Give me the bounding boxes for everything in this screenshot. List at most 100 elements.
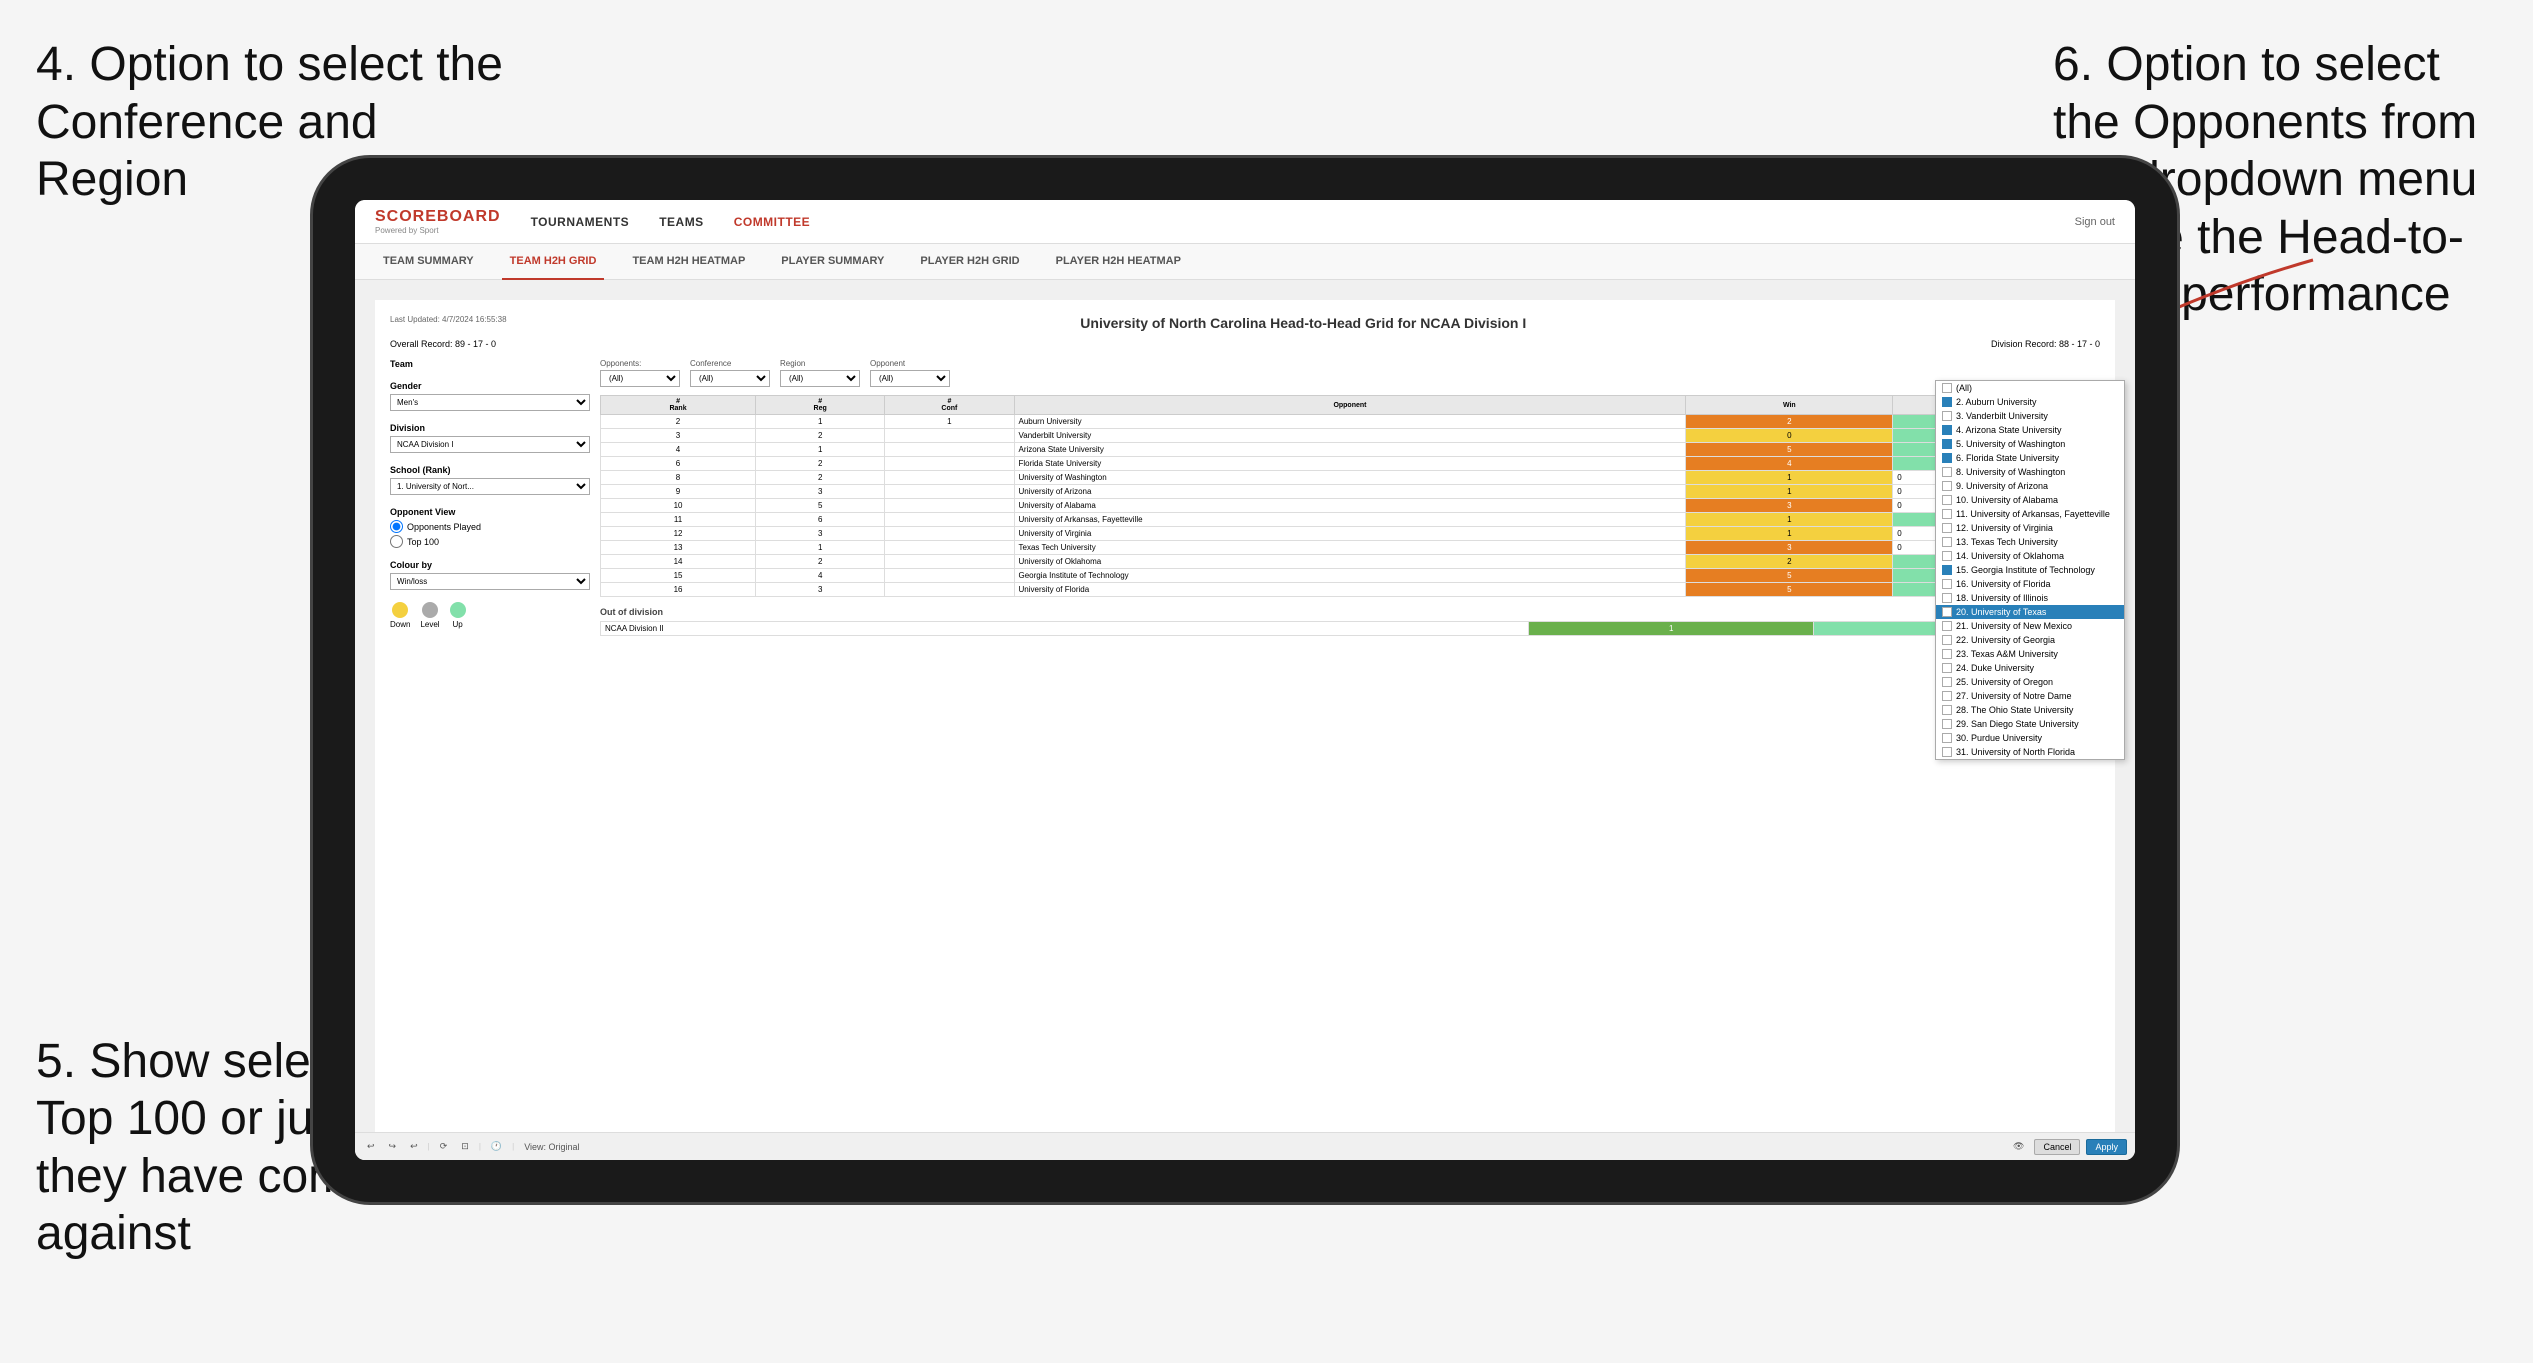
nav-tournaments[interactable]: TOURNAMENTS (531, 215, 630, 229)
subnav-player-summary[interactable]: PLAYER SUMMARY (773, 244, 892, 280)
dropdown-checkbox (1942, 677, 1952, 687)
dropdown-checkbox (1942, 383, 1952, 393)
nav-teams[interactable]: TEAMS (659, 215, 704, 229)
dropdown-item[interactable]: 30. Purdue University (1936, 731, 2115, 745)
division-section: Division NCAA Division I (390, 423, 590, 453)
gender-select[interactable]: Men's (390, 394, 590, 411)
cell-conf (885, 555, 1014, 569)
right-panel: Opponents: (All) Conference (All) (600, 359, 2100, 636)
out-of-div-name: NCAA Division II (601, 622, 1529, 636)
dropdown-item[interactable]: (All) (1936, 381, 2115, 395)
cell-rank: 11 (601, 513, 756, 527)
division-record: Division Record: 88 - 17 - 0 (1991, 339, 2100, 349)
subnav-player-h2h-grid[interactable]: PLAYER H2H GRID (912, 244, 1027, 280)
grid-table: #Rank #Reg #Conf Opponent Win Loss 2 (600, 395, 2100, 597)
filter-region: Region (All) (780, 359, 860, 387)
logo-text: SCOREBOARD (375, 208, 501, 225)
cell-win: 4 (1686, 457, 1893, 471)
dropdown-item[interactable]: 29. San Diego State University (1936, 717, 2115, 731)
dropdown-item[interactable]: 9. University of Arizona (1936, 479, 2115, 493)
dropdown-item[interactable]: 28. The Ohio State University (1936, 703, 2115, 717)
division-select[interactable]: NCAA Division I (390, 436, 590, 453)
opponent-dropdown[interactable]: (All) 2. Auburn University 3. Vanderbilt U… (1935, 380, 2115, 760)
legend-label-level: Level (420, 620, 439, 629)
subnav-player-h2h-heatmap[interactable]: PLAYER H2H HEATMAP (1048, 244, 1189, 280)
subnav-team-h2h-grid[interactable]: TEAM H2H GRID (502, 244, 605, 280)
dropdown-checkbox (1942, 649, 1952, 659)
dropdown-item[interactable]: 25. University of Oregon (1936, 675, 2115, 689)
cell-name: Arizona State University (1014, 443, 1686, 457)
dropdown-item[interactable]: 12. University of Virginia (1936, 521, 2115, 535)
dropdown-checkbox (1942, 495, 1952, 505)
radio-top100-input[interactable] (390, 535, 403, 548)
dropdown-item[interactable]: 24. Duke University (1936, 661, 2115, 675)
cell-name: University of Oklahoma (1014, 555, 1686, 569)
dropdown-item-label: 2. Auburn University (1956, 397, 2037, 407)
cell-win: 1 (1686, 471, 1893, 485)
subnav-team-h2h-heatmap[interactable]: TEAM H2H HEATMAP (624, 244, 753, 280)
radio-opponents-played[interactable]: Opponents Played (390, 520, 590, 533)
dropdown-item[interactable]: 15. Georgia Institute of Technology (1936, 563, 2115, 577)
cancel-button[interactable]: Cancel (2034, 1139, 2080, 1141)
nav-committee[interactable]: COMMITTEE (734, 215, 811, 229)
filter-opponents-select[interactable]: (All) (600, 370, 680, 387)
dropdown-checkbox (1942, 397, 1952, 407)
school-select[interactable]: 1. University of Nort... (390, 478, 590, 495)
filter-opponent-select[interactable]: (All) (870, 370, 950, 387)
dropdown-item-label: 25. University of Oregon (1956, 677, 2053, 687)
legend-level: Level (420, 602, 439, 629)
dropdown-item-label: 14. University of Oklahoma (1956, 551, 2064, 561)
dropdown-item[interactable]: 3. Vanderbilt University (1936, 409, 2115, 423)
cell-reg: 3 (756, 485, 885, 499)
filter-region-select[interactable]: (All) (780, 370, 860, 387)
dropdown-item[interactable]: 5. University of Washington (1936, 437, 2115, 451)
dropdown-item-label: 20. University of Texas (1956, 607, 2046, 617)
colour-select[interactable]: Win/loss (390, 573, 590, 590)
th-win: Win (1686, 396, 1893, 415)
dropdown-item[interactable]: 14. University of Oklahoma (1936, 549, 2115, 563)
gender-section: Gender Men's (390, 381, 590, 411)
nav-signout[interactable]: Sign out (2075, 216, 2115, 228)
cell-conf (885, 527, 1014, 541)
dropdown-item[interactable]: 13. Texas Tech University (1936, 535, 2115, 549)
cell-rank: 2 (601, 415, 756, 429)
dropdown-item[interactable]: 2. Auburn University (1936, 395, 2115, 409)
subnav-team-summary[interactable]: TEAM SUMMARY (375, 244, 482, 280)
dropdown-item[interactable]: 20. University of Texas (1936, 605, 2115, 619)
radio-opponents-input[interactable] (390, 520, 403, 533)
dropdown-item[interactable]: 6. Florida State University (1936, 451, 2115, 465)
dropdown-item[interactable]: 22. University of Georgia (1936, 633, 2115, 647)
dropdown-item[interactable]: 10. University of Alabama (1936, 493, 2115, 507)
cell-win: 2 (1686, 415, 1893, 429)
dropdown-item[interactable]: 8. University of Washington (1936, 465, 2115, 479)
dropdown-item[interactable]: 18. University of Illinois (1936, 591, 2115, 605)
dropdown-item[interactable]: 11. University of Arkansas, Fayetteville (1936, 507, 2115, 521)
dropdown-item[interactable]: 27. University of Notre Dame (1936, 689, 2115, 703)
filter-conference: Conference (All) (690, 359, 770, 387)
overall-record: Overall Record: 89 - 17 - 0 (390, 339, 496, 349)
dropdown-item[interactable]: 21. University of New Mexico (1936, 619, 2115, 633)
filters-row: Opponents: (All) Conference (All) (600, 359, 2100, 387)
table-row: 9 3 University of Arizona 1 0 (601, 485, 2100, 499)
dropdown-item[interactable]: 4. Arizona State University (1936, 423, 2115, 437)
filter-conference-label: Conference (690, 359, 770, 368)
cell-name: Georgia Institute of Technology (1014, 569, 1686, 583)
cell-reg: 3 (756, 527, 885, 541)
out-of-div-table: NCAA Division II 1 0 (600, 621, 2100, 636)
school-section: School (Rank) 1. University of Nort... (390, 465, 590, 495)
cell-conf (885, 569, 1014, 583)
filter-conference-select[interactable]: (All) (690, 370, 770, 387)
dropdown-item[interactable]: 23. Texas A&M University (1936, 647, 2115, 661)
dropdown-checkbox (1942, 551, 1952, 561)
dropdown-item[interactable]: 31. University of North Florida (1936, 745, 2115, 759)
radio-top100[interactable]: Top 100 (390, 535, 590, 548)
cell-reg: 1 (756, 541, 885, 555)
cell-conf (885, 471, 1014, 485)
th-conf: #Conf (885, 396, 1014, 415)
cell-rank: 10 (601, 499, 756, 513)
cell-name: Vanderbilt University (1014, 429, 1686, 443)
dropdown-item[interactable]: 16. University of Florida (1936, 577, 2115, 591)
cell-rank: 14 (601, 555, 756, 569)
apply-button[interactable]: Apply (2086, 1139, 2115, 1141)
cell-conf (885, 429, 1014, 443)
